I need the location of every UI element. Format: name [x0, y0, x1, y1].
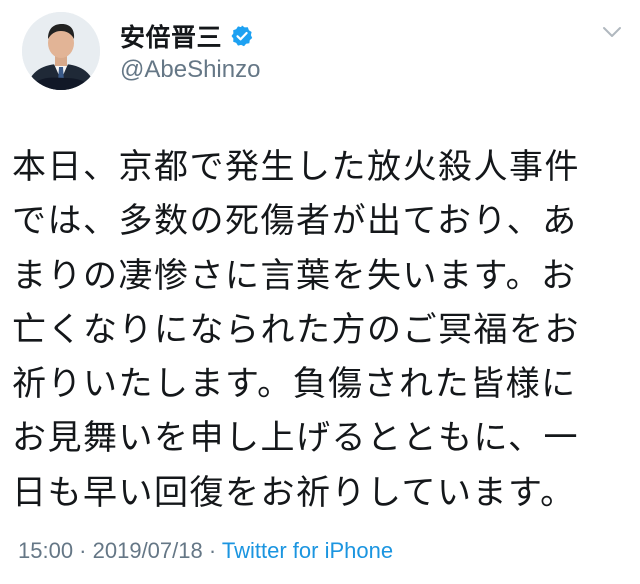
tweet-card: 安倍晋三 @AbeShinzo 本日、京都で発生した放火殺人事件 では、多数の死… — [0, 0, 640, 584]
verified-badge-icon — [230, 24, 254, 48]
tweet-text: 本日、京都で発生した放火殺人事件 では、多数の死傷者が出ており、あ まりの凄惨さ… — [12, 147, 580, 513]
display-name[interactable]: 安倍晋三 — [120, 18, 222, 54]
author-name-row: 安倍晋三 — [120, 18, 254, 54]
chevron-down-icon[interactable] — [602, 24, 622, 38]
tweet-source-link[interactable]: Twitter for iPhone — [222, 538, 393, 563]
meta-separator: · — [73, 538, 93, 563]
author-handle[interactable]: @AbeShinzo — [120, 56, 260, 84]
tweet-meta: 15:00 · 2019/07/18 · Twitter for iPhone — [18, 538, 393, 564]
avatar[interactable] — [22, 12, 100, 90]
tweet-date[interactable]: 2019/07/18 — [93, 538, 203, 563]
profile-photo — [22, 12, 100, 90]
tweet-time[interactable]: 15:00 — [18, 538, 73, 563]
meta-separator: · — [202, 538, 222, 563]
